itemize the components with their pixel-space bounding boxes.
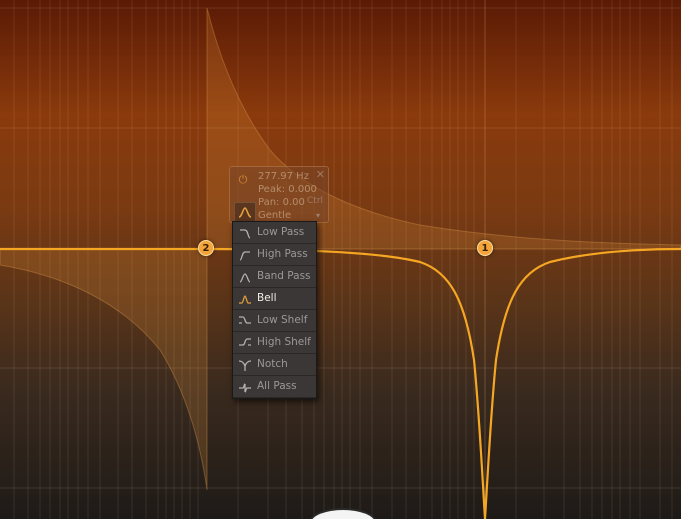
filter-shape-menu: Low Pass High Pass Band Pass Bell Low Shelf H… — [232, 221, 317, 399]
bell-icon — [239, 295, 251, 304]
shape-button[interactable] — [234, 202, 256, 222]
menu-item-label: Low Shelf — [257, 314, 308, 326]
low-pass-icon — [240, 229, 251, 239]
eq-display[interactable]: 2 1 ⏻ ✕ 277.97 Hz Peak: 0.000 Pan: 0.00 … — [0, 0, 681, 519]
menu-item-low-shelf[interactable]: Low Shelf — [233, 310, 316, 332]
menu-item-label: All Pass — [257, 380, 297, 392]
power-icon[interactable]: ⏻ — [236, 173, 250, 187]
menu-item-high-shelf[interactable]: High Shelf — [233, 332, 316, 354]
eq-graph[interactable] — [0, 0, 681, 519]
band-node-2[interactable]: 2 — [198, 240, 214, 256]
band-panel: ⏻ ✕ 277.97 Hz Peak: 0.000 Pan: 0.00 Ctrl… — [229, 166, 329, 223]
band-pass-icon — [239, 273, 251, 283]
menu-item-label: Low Pass — [257, 226, 305, 238]
menu-item-notch[interactable]: Notch — [233, 354, 316, 376]
gain-readout[interactable]: Peak: 0.000 — [258, 183, 317, 196]
menu-item-label: Bell — [257, 292, 277, 304]
menu-item-label: High Shelf — [257, 336, 311, 348]
all-pass-icon — [239, 383, 251, 393]
close-icon[interactable]: ✕ — [316, 168, 325, 181]
menu-item-bell[interactable]: Bell — [233, 288, 316, 310]
menu-item-low-pass[interactable]: Low Pass — [233, 222, 316, 244]
high-pass-icon — [239, 251, 250, 261]
menu-item-all-pass[interactable]: All Pass — [233, 376, 316, 398]
menu-item-high-pass[interactable]: High Pass — [233, 244, 316, 266]
frequency-readout[interactable]: 277.97 Hz — [258, 170, 309, 183]
ctrl-label: Ctrl — [307, 196, 324, 206]
menu-item-label: Notch — [257, 358, 288, 370]
menu-item-label: Band Pass — [257, 270, 311, 282]
menu-item-band-pass[interactable]: Band Pass — [233, 266, 316, 288]
band-node-1[interactable]: 1 — [477, 240, 493, 256]
notch-icon — [238, 360, 252, 371]
chevron-down-icon[interactable]: ▾ — [316, 211, 320, 220]
low-shelf-icon — [239, 316, 251, 324]
high-shelf-icon — [239, 338, 251, 346]
menu-item-label: High Pass — [257, 248, 308, 260]
pan-readout[interactable]: Pan: 0.00 — [258, 196, 305, 209]
bell-icon — [238, 207, 252, 218]
